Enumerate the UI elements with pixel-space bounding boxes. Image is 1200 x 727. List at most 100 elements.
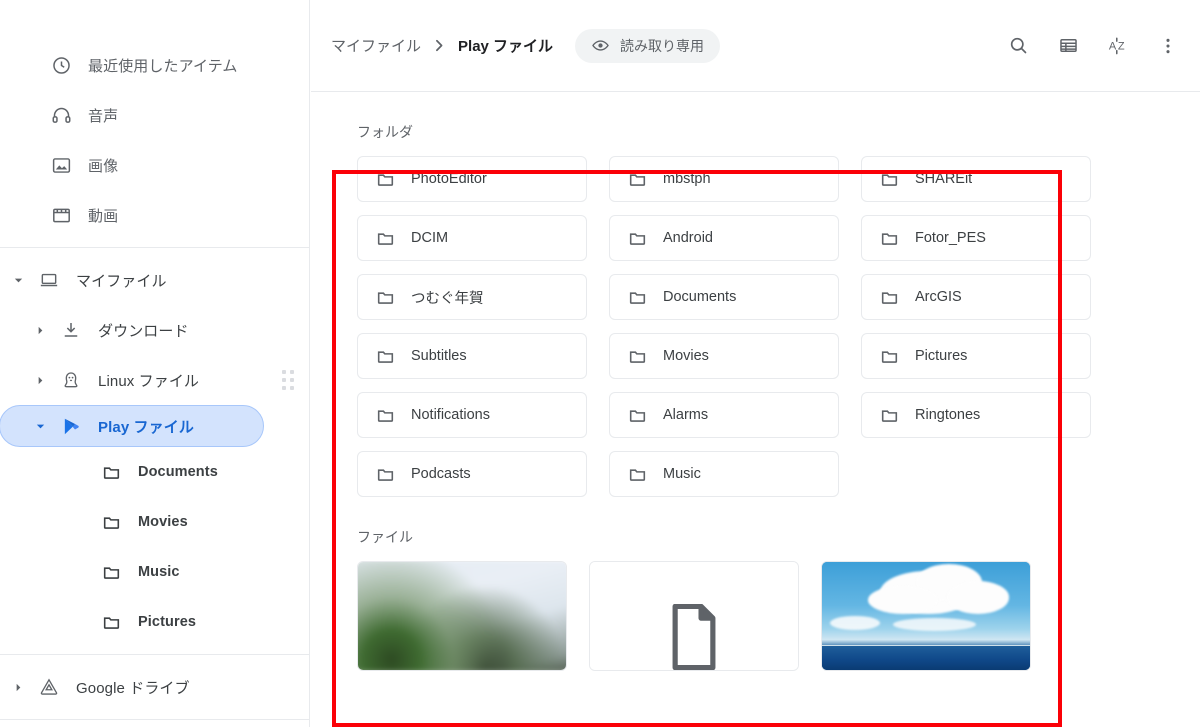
clock-icon bbox=[44, 55, 78, 76]
folder-card[interactable]: Fotor_PES bbox=[861, 215, 1091, 261]
sidebar-item-documents[interactable]: Documents bbox=[0, 447, 309, 497]
image-thumbnail-blurred[interactable] bbox=[357, 561, 567, 671]
breadcrumb-separator-icon bbox=[433, 39, 446, 52]
folder-name: DCIM bbox=[411, 230, 449, 246]
folder-icon bbox=[376, 465, 395, 484]
breadcrumb-item-my-files[interactable]: マイファイル bbox=[331, 35, 421, 56]
folder-icon bbox=[628, 229, 647, 248]
folder-icon bbox=[880, 229, 899, 248]
files-grid bbox=[357, 561, 1200, 671]
folder-icon bbox=[628, 288, 647, 307]
folder-icon bbox=[880, 288, 899, 307]
folder-name: mbstph bbox=[663, 171, 711, 187]
sidebar-item-downloads[interactable]: ダウンロード bbox=[0, 305, 309, 355]
toolbar: A Z bbox=[996, 24, 1190, 68]
main-panel: マイファイル Play ファイル 読み取り専用 A Z フォルダ PhotoEd… bbox=[311, 0, 1200, 727]
folder-card[interactable]: PhotoEditor bbox=[357, 156, 587, 202]
sidebar-item-movies[interactable]: Movies bbox=[0, 497, 309, 547]
sidebar-item-google-drive[interactable]: Google ドライブ bbox=[0, 662, 309, 712]
folder-name: PhotoEditor bbox=[411, 171, 487, 187]
folder-name: ArcGIS bbox=[915, 289, 962, 305]
chevron-right-icon[interactable] bbox=[4, 682, 32, 693]
folder-card[interactable]: Movies bbox=[609, 333, 839, 379]
folder-name: Documents bbox=[663, 289, 737, 305]
folder-name: Movies bbox=[663, 348, 709, 364]
sidebar-item-my-files[interactable]: マイファイル bbox=[0, 255, 309, 305]
google-drive-icon bbox=[32, 677, 66, 697]
folder-card[interactable]: Alarms bbox=[609, 392, 839, 438]
chevron-right-icon[interactable] bbox=[26, 325, 54, 336]
folder-name: Ringtones bbox=[915, 407, 981, 423]
folder-icon bbox=[94, 613, 128, 632]
thumbnail-image bbox=[822, 562, 1030, 670]
folder-card[interactable]: Music bbox=[609, 451, 839, 497]
eye-icon bbox=[591, 36, 610, 55]
folder-card[interactable]: Pictures bbox=[861, 333, 1091, 379]
sidebar-item-music[interactable]: Music bbox=[0, 547, 309, 597]
sidebar-item-recent[interactable]: 最近使用したアイテム bbox=[0, 40, 309, 90]
folder-card[interactable]: SHAREit bbox=[861, 156, 1091, 202]
sidebar-item-label: 最近使用したアイテム bbox=[88, 57, 238, 75]
folder-icon bbox=[94, 513, 128, 532]
folder-icon bbox=[94, 463, 128, 482]
folders-grid: PhotoEditor mbstph SHAREit DCIM Android Fotor… bbox=[357, 156, 1200, 497]
folder-card[interactable]: つむぐ年賀 bbox=[357, 274, 587, 320]
sidebar-item-audio[interactable]: 音声 bbox=[0, 90, 309, 140]
computer-icon bbox=[32, 270, 66, 290]
folder-card[interactable]: Documents bbox=[609, 274, 839, 320]
folder-icon bbox=[628, 465, 647, 484]
sidebar-item-label: Documents bbox=[138, 464, 218, 480]
folder-card[interactable]: DCIM bbox=[357, 215, 587, 261]
drag-handle-icon[interactable] bbox=[282, 370, 294, 390]
folder-name: つむぐ年賀 bbox=[411, 290, 484, 307]
list-view-button[interactable] bbox=[1046, 24, 1090, 68]
folder-icon bbox=[880, 170, 899, 189]
more-menu-button[interactable] bbox=[1146, 24, 1190, 68]
folder-name: Alarms bbox=[663, 407, 709, 423]
sidebar-item-videos[interactable]: 動画 bbox=[0, 190, 309, 240]
breadcrumb-bar: マイファイル Play ファイル 読み取り専用 A Z bbox=[311, 0, 1200, 92]
folder-icon bbox=[376, 229, 395, 248]
folder-icon bbox=[376, 406, 395, 425]
folders-section-title: フォルダ bbox=[357, 124, 413, 140]
folder-card[interactable]: ArcGIS bbox=[861, 274, 1091, 320]
folder-icon bbox=[376, 170, 395, 189]
sidebar-divider bbox=[0, 247, 310, 248]
folder-icon bbox=[628, 170, 647, 189]
folder-card[interactable]: Podcasts bbox=[357, 451, 587, 497]
download-icon bbox=[54, 320, 88, 340]
folder-icon bbox=[376, 288, 395, 307]
folder-card[interactable]: Subtitles bbox=[357, 333, 587, 379]
image-icon bbox=[44, 155, 78, 176]
folder-card[interactable]: Ringtones bbox=[861, 392, 1091, 438]
sidebar-item-pictures[interactable]: Pictures bbox=[0, 597, 309, 647]
chevron-down-icon[interactable] bbox=[26, 421, 54, 432]
sidebar-item-linux-files[interactable]: Linux ファイル bbox=[0, 355, 309, 405]
folder-card[interactable]: Android bbox=[609, 215, 839, 261]
sidebar-item-images[interactable]: 画像 bbox=[0, 140, 309, 190]
sidebar-item-play-files[interactable]: Play ファイル bbox=[0, 405, 264, 447]
breadcrumb-item-play-files[interactable]: Play ファイル bbox=[458, 35, 553, 56]
folder-card[interactable]: Notifications bbox=[357, 392, 587, 438]
folder-name: Podcasts bbox=[411, 466, 471, 482]
linux-penguin-icon bbox=[54, 370, 88, 390]
sidebar-divider bbox=[0, 654, 310, 655]
sidebar-item-label: マイファイル bbox=[76, 272, 167, 290]
folder-card[interactable]: mbstph bbox=[609, 156, 839, 202]
sidebar: 最近使用したアイテム 音声 画像 動画 マイファイル ダウンロード Linux … bbox=[0, 0, 310, 727]
thumbnail-image bbox=[358, 562, 566, 670]
chevron-down-icon[interactable] bbox=[4, 275, 32, 286]
chevron-right-icon[interactable] bbox=[26, 375, 54, 386]
sort-az-button[interactable]: A Z bbox=[1096, 24, 1140, 68]
sidebar-item-label: 画像 bbox=[88, 157, 119, 175]
google-play-icon bbox=[54, 416, 88, 437]
document-thumbnail[interactable] bbox=[589, 561, 799, 671]
search-button[interactable] bbox=[996, 24, 1040, 68]
image-thumbnail-sky[interactable] bbox=[821, 561, 1031, 671]
sidebar-item-label: Music bbox=[138, 564, 180, 580]
video-icon bbox=[44, 205, 78, 226]
content-area: フォルダ PhotoEditor mbstph SHAREit DCIM Android… bbox=[311, 92, 1200, 727]
svg-text:A: A bbox=[1108, 40, 1116, 52]
sidebar-item-label: 音声 bbox=[88, 107, 119, 125]
status-badge: 読み取り専用 bbox=[575, 28, 721, 63]
